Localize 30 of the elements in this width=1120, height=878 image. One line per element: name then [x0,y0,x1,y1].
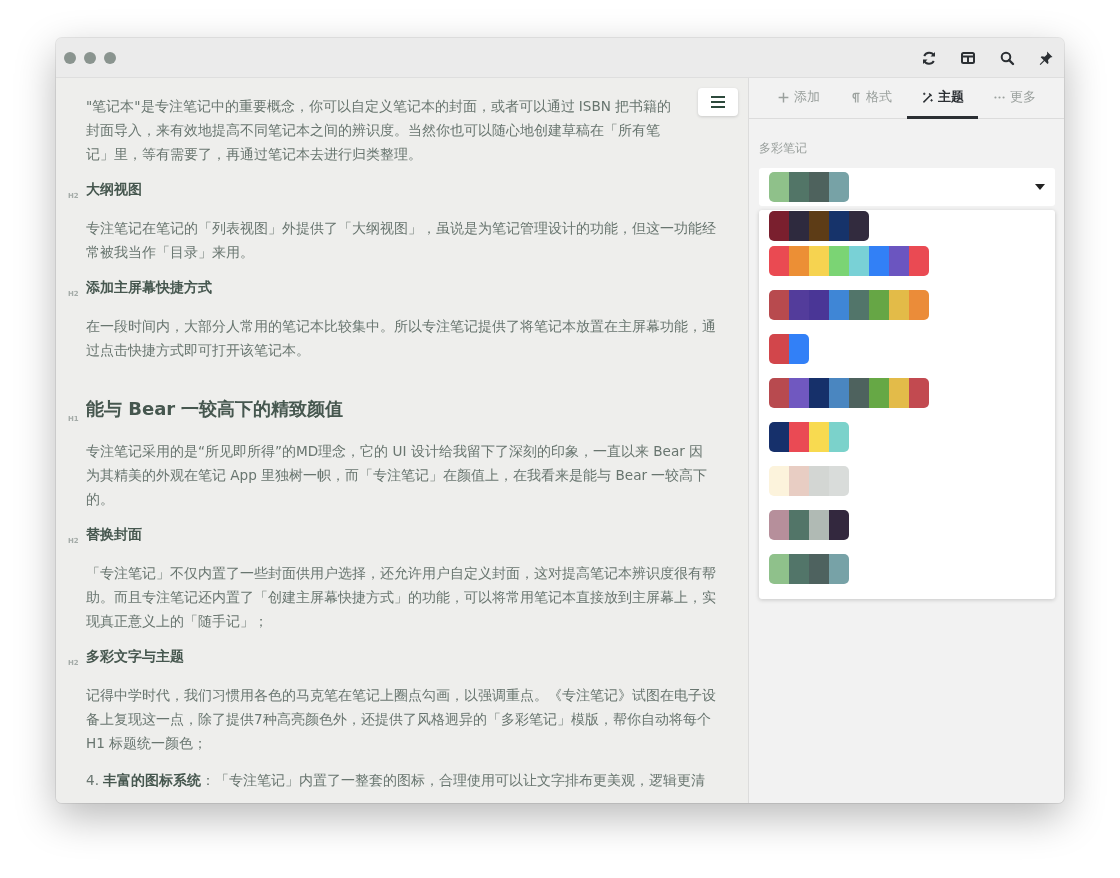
menu-icon [711,96,725,108]
paragraph: 在一段时间内，大部分人常用的笔记本比较集中。所以专注笔记提供了将笔记本放置在主屏幕功能，通过点击快捷方式即可打开该笔记本。 [86,317,716,360]
tab[interactable]: 格式 [834,78,907,119]
pilcrow-icon [849,90,863,104]
magic-wand-icon [920,90,934,104]
tab[interactable]: 主题 [906,78,979,119]
heading: 添加主屏幕快捷方式 [86,279,212,295]
palette-dropdown[interactable] [759,168,1055,206]
paragraph: 专注笔记采用的是“所见即所得”的MD理念，它的 UI 设计给我留下了深刻的印象，一直以来 Bear 因为其精美的外观在笔记 App 里独树一帜，而「专注笔记」在颜值上，在我看来是能与 Bear 一较高下的。 [86,442,709,509]
paragraph: 记得中学时代，我们习惯用各色的马克笔在笔记上圈点勾画，以强调重点。《专注笔记》试图在电子设备上复现这一点，除了提供7种高亮颜色外，还提供了风格迥异的「多彩笔记」模版，帮你自动将每个 H1 标题统一颜色； [86,686,716,753]
close-button[interactable] [64,51,76,64]
section-label: 多彩笔记 [759,141,808,156]
tab[interactable]: 添加 [763,78,835,119]
heading: 能与 Bear 一较高下的精致颜值 [86,398,344,419]
tab[interactable]: 更多 [978,78,1050,119]
heading: 大纲视图 [86,181,142,197]
minimize-button[interactable] [84,51,96,64]
paragraph: "笔记本"是专注笔记中的重要概念，你可以自定义笔记本的封面，或者可以通过 ISBN 把书籍的封面导入，来有效地提高不同笔记本之间的辨识度。当然你也可以随心地创建草稿在「所有笔记」里，等有需要了，再通过笔记本去进行归类整理。 [86,97,673,164]
plus-icon [777,90,791,104]
heading: 替换封面 [86,526,142,542]
columns-icon[interactable] [960,49,976,66]
zoom-button[interactable] [104,51,116,64]
refresh-icon[interactable] [921,49,937,66]
search-icon[interactable] [999,49,1015,66]
pin-icon[interactable] [1038,49,1054,66]
paragraph: 专注笔记在笔记的「列表视图」外提供了「大纲视图」，虽说是为笔记管理设计的功能，但这一功能经常被我当作「目录」来用。 [86,219,716,262]
paragraph: 「专注笔记」不仅内置了一些封面供用户选择，还允许用户自定义封面，这对提高笔记本辨识度很有帮助。而且专注笔记还内置了「创建主屏幕快捷方式」的功能，可以将常用笔记本直接放到主屏幕上，实现真正意义上的「随手记」； [86,564,716,631]
menu-button[interactable] [698,88,738,116]
list-item: 4. 丰富的图标系统：「专注笔记」内置了一整套的图标，合理使用可以让文字排布更美观，逻辑更清 [86,771,707,790]
heading: 多彩文字与主题 [86,648,184,664]
